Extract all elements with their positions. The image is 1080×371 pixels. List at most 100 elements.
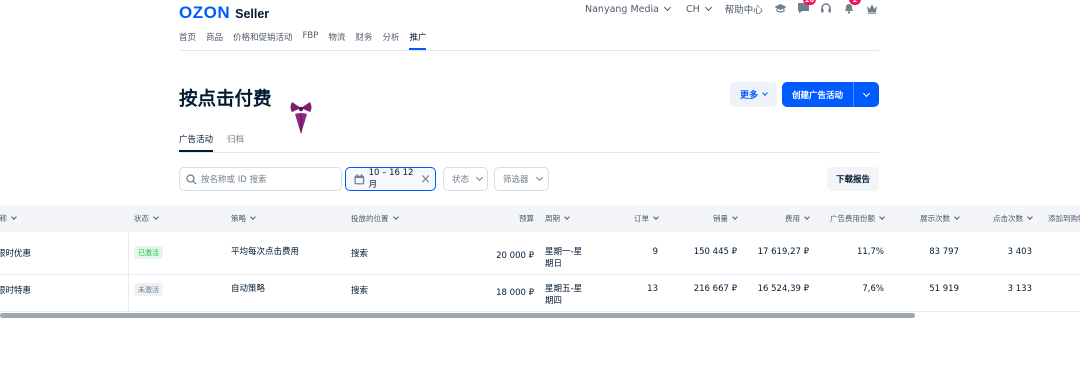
sales-value: 216 667 ₽: [693, 284, 737, 294]
row-divider: [0, 311, 1080, 312]
campaign-name[interactable]: 限时特惠: [0, 284, 31, 296]
download-report-button[interactable]: 下载报告: [827, 167, 879, 191]
currency-label: CH: [686, 3, 700, 15]
chevron-down-icon: [1027, 214, 1033, 220]
tab-archive[interactable]: 归档: [227, 133, 244, 145]
row-divider: [0, 274, 1080, 275]
headset-icon[interactable]: [818, 0, 834, 16]
chevron-down-icon: [732, 214, 738, 220]
nav-item-finance[interactable]: 财务: [355, 31, 372, 43]
period-line-1: 星期一-星: [545, 247, 583, 257]
column-divider: [128, 232, 129, 312]
column-header-placement[interactable]: 投放的位置: [351, 213, 399, 224]
strategy-value: 平均每次点击费用: [231, 247, 300, 257]
page-title: 按点击付费: [179, 89, 272, 110]
column-header-strategy[interactable]: 策略: [231, 213, 256, 224]
placement-value: 搜索: [351, 286, 369, 296]
tabs-divider: [179, 152, 879, 153]
help-center-link[interactable]: 帮助中心: [725, 2, 763, 16]
account-name: Nanyang Media: [585, 3, 659, 15]
status-filter-label: 状态: [452, 175, 470, 185]
column-header-clicks[interactable]: 点击次数: [975, 213, 1033, 224]
strategy-value: 自动策略: [231, 284, 266, 294]
chevron-down-icon: [564, 214, 570, 220]
horizontal-scrollbar[interactable]: [0, 313, 915, 318]
help-label: 帮助中心: [724, 5, 763, 16]
account-switcher[interactable]: Nanyang Media: [585, 3, 672, 15]
sales-value: 150 445 ₽: [693, 247, 737, 257]
chevron-down-icon: [663, 3, 672, 12]
impressions-value: 51 919: [929, 284, 959, 294]
filters-dropdown[interactable]: 筛选器: [494, 167, 549, 191]
nav-item-products[interactable]: 商品: [206, 31, 223, 43]
education-icon[interactable]: [772, 0, 788, 16]
period-line-2: 期日: [545, 259, 563, 269]
search-input[interactable]: 按名称或 ID 搜索: [179, 167, 342, 191]
status-badge: 未激活: [134, 283, 163, 296]
status-badge: 已激活: [134, 246, 163, 259]
search-icon: [186, 173, 197, 184]
clicks-value: 3 403: [1007, 247, 1032, 257]
column-header-add-to-cart[interactable]: 添加到购物车: [1048, 213, 1080, 224]
column-header-drr[interactable]: 广告费用份额: [820, 213, 885, 224]
currency-switcher[interactable]: CH: [686, 3, 712, 15]
budget-value[interactable]: 20 000 ₽: [470, 251, 534, 261]
ozon-seller-logo[interactable]: OZON Seller: [179, 3, 269, 23]
crown-icon[interactable]: [864, 0, 880, 16]
chevron-down-icon: [862, 89, 871, 97]
status-filter-dropdown[interactable]: 状态: [443, 167, 488, 191]
column-header-sales[interactable]: 销量: [680, 213, 738, 224]
campaign-name[interactable]: 限时优惠: [0, 247, 31, 259]
chevron-down-icon: [879, 214, 885, 220]
calendar-icon: [354, 173, 365, 184]
column-header-name[interactable]: 名称: [0, 213, 17, 224]
nav-item-analytics[interactable]: 分析: [382, 31, 399, 43]
logo-product: Seller: [235, 7, 270, 21]
column-header-budget[interactable]: 预算: [480, 213, 534, 224]
chevron-down-icon: [804, 214, 810, 220]
column-header-cost[interactable]: 费用: [760, 213, 810, 224]
budget-value[interactable]: 18 000 ₽: [470, 288, 534, 298]
create-campaign-label: 创建广告活动: [791, 90, 843, 101]
chevron-down-icon: [250, 214, 256, 220]
search-placeholder: 按名称或 ID 搜索: [201, 175, 267, 185]
cost-value: 17 619,27 ₽: [757, 247, 809, 257]
bell-icon[interactable]: 2: [841, 0, 861, 16]
create-dropdown-toggle[interactable]: [854, 89, 879, 97]
period-line-1: 星期五-星: [545, 284, 583, 294]
nav-item-prices[interactable]: 价格和促销活动: [233, 31, 293, 43]
clicks-value: 3 133: [1007, 284, 1032, 294]
nav-item-home[interactable]: 首页: [179, 31, 196, 43]
column-header-orders[interactable]: 订单: [600, 213, 659, 224]
column-header-impressions[interactable]: 展示次数: [900, 213, 960, 224]
more-button-label: 更多: [739, 91, 758, 101]
campaign-tabs: 广告活动 归档: [179, 133, 258, 152]
chevron-down-icon: [762, 90, 768, 96]
nav-item-fbp[interactable]: FBP: [303, 31, 319, 43]
chevron-down-icon: [954, 214, 960, 220]
chevron-down-icon: [153, 214, 159, 220]
nav-item-promotion[interactable]: 推广: [409, 31, 427, 50]
column-header-period[interactable]: 周期: [545, 213, 570, 224]
date-range-value: 10 – 16 12月: [368, 168, 414, 190]
chevron-down-icon: [535, 173, 543, 182]
clear-date-icon[interactable]: ×: [420, 173, 431, 186]
top-right-menu: Nanyang Media CH 帮助中心: [585, 1, 763, 17]
drr-value: 7,6%: [862, 284, 884, 294]
logo-brand: OZON: [179, 3, 231, 22]
orders-value: 13: [647, 284, 658, 294]
chat-icon[interactable]: 26: [795, 0, 817, 16]
chat-count-badge: 26: [803, 0, 817, 5]
orders-value: 9: [652, 247, 658, 257]
period-line-2: 期四: [545, 296, 563, 306]
date-range-picker[interactable]: 10 – 16 12月 ×: [345, 167, 436, 191]
create-campaign-button[interactable]: 创建广告活动: [782, 82, 879, 107]
nav-divider: [179, 50, 879, 51]
tab-campaigns[interactable]: 广告活动: [179, 133, 214, 152]
chevron-down-icon: [392, 214, 399, 220]
nav-item-logistics[interactable]: 物流: [328, 31, 345, 43]
filters-label: 筛选器: [503, 175, 529, 185]
column-header-status[interactable]: 状态: [134, 213, 159, 224]
more-button[interactable]: 更多: [730, 82, 777, 107]
placement-value: 搜索: [351, 249, 369, 259]
